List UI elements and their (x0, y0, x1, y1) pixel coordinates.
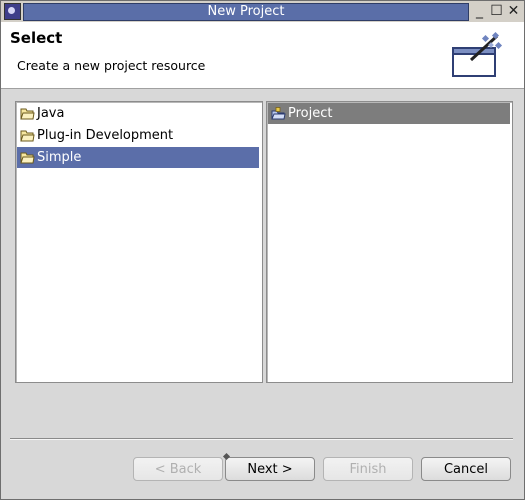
folder-icon (20, 108, 35, 120)
minimize-icon[interactable]: _ (471, 2, 488, 20)
project-wizard-list[interactable]: Project (266, 101, 513, 383)
list-item-plugin-development[interactable]: Plug-in Development (17, 125, 259, 146)
folder-icon (20, 152, 35, 164)
eclipse-app-icon[interactable] (4, 3, 21, 20)
close-icon[interactable]: ✕ (505, 2, 522, 20)
list-item-label: Simple (37, 150, 82, 165)
list-item-label: Java (37, 106, 65, 121)
project-category-list[interactable]: Java Plug-in Development Simple (15, 101, 263, 383)
next-button[interactable]: Next > (225, 457, 315, 481)
folder-icon (20, 130, 35, 142)
cancel-button[interactable]: Cancel (421, 457, 511, 481)
list-item-label: Plug-in Development (37, 128, 174, 143)
new-project-wizard-icon (452, 31, 503, 77)
maximize-icon[interactable]: ☐ (488, 2, 505, 20)
page-description: Create a new project resource (17, 58, 206, 73)
window-title: New Project (207, 4, 285, 19)
list-item-java[interactable]: Java (17, 103, 259, 124)
project-icon (271, 107, 286, 120)
separator (10, 438, 513, 440)
wizard-header: Select Create a new project resource (1, 22, 524, 89)
back-button[interactable]: < Back (133, 457, 223, 481)
page-title: Select (10, 29, 63, 47)
list-item-project[interactable]: Project (268, 103, 510, 124)
title-strip[interactable]: New Project (23, 3, 469, 21)
title-bar[interactable]: New Project _ ☐ ✕ (1, 1, 524, 22)
new-project-window: New Project _ ☐ ✕ Select Create a new pr… (0, 0, 525, 500)
list-item-simple[interactable]: Simple (17, 147, 259, 168)
list-item-label: Project (288, 106, 333, 121)
finish-button[interactable]: Finish (323, 457, 413, 481)
